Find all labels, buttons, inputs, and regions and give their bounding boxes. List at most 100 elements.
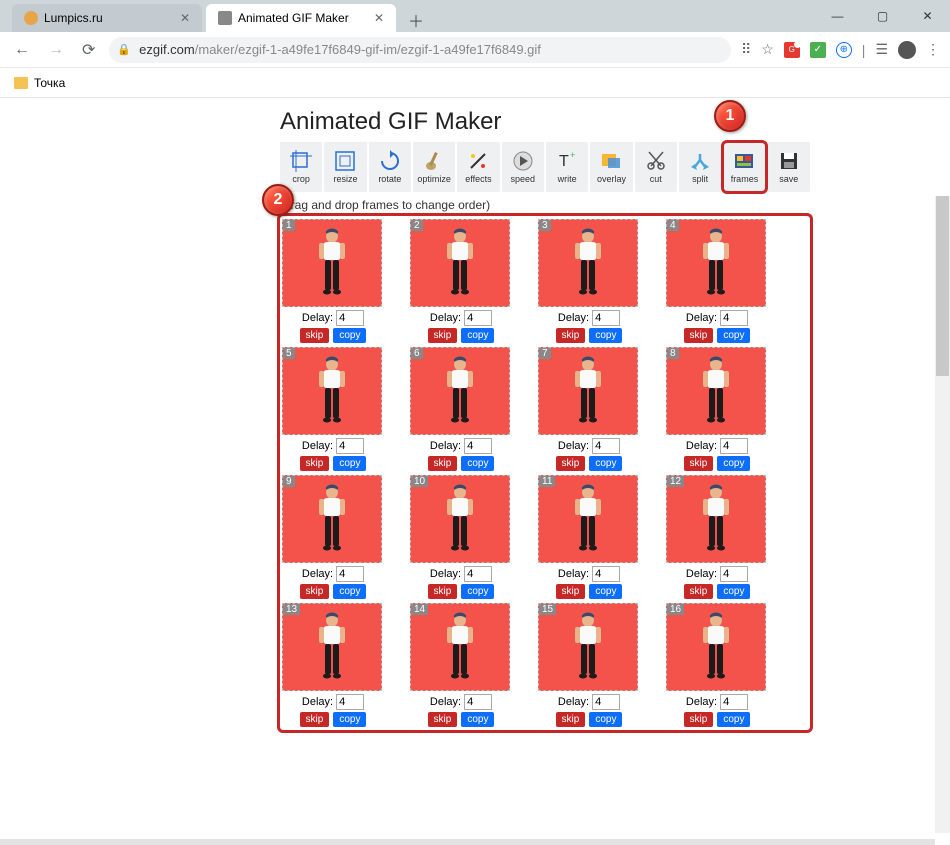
delay-input[interactable] [720,438,748,454]
frame-cell[interactable]: 2Delay:skipcopy [410,219,512,343]
frame-thumbnail[interactable]: 14 [410,603,510,691]
frame-thumbnail[interactable]: 9 [282,475,382,563]
bookmark-item[interactable]: Точка [34,76,65,90]
delay-input[interactable] [464,694,492,710]
skip-button[interactable]: skip [684,328,714,343]
overlay-button[interactable]: overlay [590,142,632,192]
copy-button[interactable]: copy [461,328,494,343]
skip-button[interactable]: skip [556,456,586,471]
frame-cell[interactable]: 12Delay:skipcopy [666,475,768,599]
copy-button[interactable]: copy [717,328,750,343]
frame-cell[interactable]: 11Delay:skipcopy [538,475,640,599]
skip-button[interactable]: skip [684,456,714,471]
frame-cell[interactable]: 1Delay:skipcopy [282,219,384,343]
frame-thumbnail[interactable]: 7 [538,347,638,435]
back-button[interactable]: ← [10,37,34,63]
reload-button[interactable]: ⟳ [78,36,99,64]
frame-thumbnail[interactable]: 15 [538,603,638,691]
menu-button[interactable]: ⋮ [926,41,940,58]
close-tab-icon[interactable]: ✕ [180,11,190,25]
frame-thumbnail[interactable]: 1 [282,219,382,307]
scroll-thumb[interactable] [936,196,949,376]
delay-input[interactable] [464,310,492,326]
copy-button[interactable]: copy [589,584,622,599]
frame-cell[interactable]: 9Delay:skipcopy [282,475,384,599]
copy-button[interactable]: copy [717,712,750,727]
skip-button[interactable]: skip [684,584,714,599]
frame-thumbnail[interactable]: 13 [282,603,382,691]
frame-thumbnail[interactable]: 6 [410,347,510,435]
browser-tab-lumpics[interactable]: Lumpics.ru ✕ [12,4,202,32]
frame-thumbnail[interactable]: 16 [666,603,766,691]
star-icon[interactable]: ☆ [761,41,774,58]
delay-input[interactable] [592,310,620,326]
frame-cell[interactable]: 15Delay:skipcopy [538,603,640,727]
skip-button[interactable]: skip [428,456,458,471]
frame-thumbnail[interactable]: 2 [410,219,510,307]
close-tab-icon[interactable]: ✕ [374,11,384,25]
delay-input[interactable] [464,438,492,454]
delay-input[interactable] [592,438,620,454]
frame-thumbnail[interactable]: 3 [538,219,638,307]
cut-button[interactable]: cut [635,142,677,192]
skip-button[interactable]: skip [300,584,330,599]
frame-cell[interactable]: 14Delay:skipcopy [410,603,512,727]
copy-button[interactable]: copy [333,456,366,471]
reading-list-icon[interactable]: ☰ [875,41,888,58]
frame-cell[interactable]: 16Delay:skipcopy [666,603,768,727]
copy-button[interactable]: copy [333,328,366,343]
copy-button[interactable]: copy [333,584,366,599]
speed-button[interactable]: speed [502,142,544,192]
skip-button[interactable]: skip [428,712,458,727]
delay-input[interactable] [336,566,364,582]
skip-button[interactable]: skip [300,328,330,343]
frame-thumbnail[interactable]: 5 [282,347,382,435]
delay-input[interactable] [464,566,492,582]
delay-input[interactable] [720,694,748,710]
browser-tab-ezgif[interactable]: Animated GIF Maker ✕ [206,4,396,32]
frame-cell[interactable]: 8Delay:skipcopy [666,347,768,471]
split-button[interactable]: split [679,142,721,192]
skip-button[interactable]: skip [428,584,458,599]
copy-button[interactable]: copy [589,328,622,343]
copy-button[interactable]: copy [333,712,366,727]
scrollbar-vertical[interactable] [935,196,950,833]
delay-input[interactable] [720,310,748,326]
frame-cell[interactable]: 3Delay:skipcopy [538,219,640,343]
delay-input[interactable] [336,438,364,454]
copy-button[interactable]: copy [589,712,622,727]
url-input[interactable]: 🔒 ezgif.com/maker/ezgif-1-a49fe17f6849-g… [109,37,731,63]
extension-icon[interactable]: G [784,42,800,58]
delay-input[interactable] [336,694,364,710]
copy-button[interactable]: copy [461,456,494,471]
maximize-button[interactable]: ▢ [860,0,905,32]
frame-cell[interactable]: 10Delay:skipcopy [410,475,512,599]
skip-button[interactable]: skip [556,328,586,343]
translate-icon[interactable]: ⠿ [741,41,751,58]
frame-thumbnail[interactable]: 12 [666,475,766,563]
frames-button[interactable]: frames [723,142,765,192]
minimize-button[interactable]: — [815,0,860,32]
frame-cell[interactable]: 13Delay:skipcopy [282,603,384,727]
copy-button[interactable]: copy [717,584,750,599]
skip-button[interactable]: skip [556,584,586,599]
skip-button[interactable]: skip [300,712,330,727]
frame-cell[interactable]: 5Delay:skipcopy [282,347,384,471]
skip-button[interactable]: skip [684,712,714,727]
skip-button[interactable]: skip [300,456,330,471]
forward-button[interactable]: → [44,37,68,63]
optimize-button[interactable]: optimize [413,142,455,192]
frame-cell[interactable]: 7Delay:skipcopy [538,347,640,471]
copy-button[interactable]: copy [461,584,494,599]
copy-button[interactable]: copy [717,456,750,471]
write-button[interactable]: T+ write [546,142,588,192]
crop-button[interactable]: crop [280,142,322,192]
skip-button[interactable]: skip [428,328,458,343]
delay-input[interactable] [720,566,748,582]
frame-thumbnail[interactable]: 11 [538,475,638,563]
rotate-button[interactable]: rotate [369,142,411,192]
new-tab-button[interactable]: ＋ [404,8,428,32]
copy-button[interactable]: copy [461,712,494,727]
effects-button[interactable]: effects [457,142,499,192]
avatar[interactable] [898,41,916,59]
